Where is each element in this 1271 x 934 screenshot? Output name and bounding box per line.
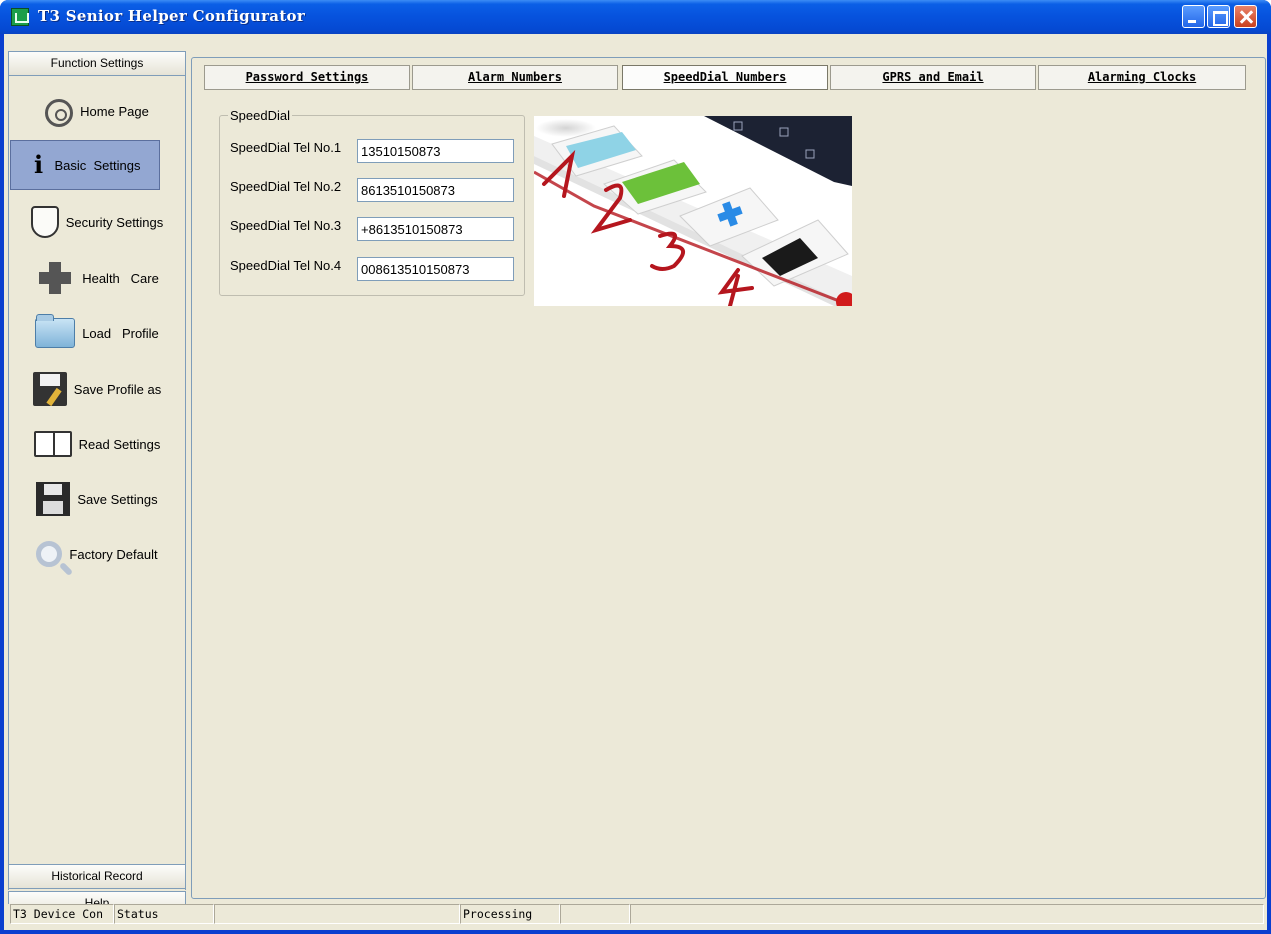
- maximize-button[interactable]: [1207, 5, 1230, 28]
- group-title: SpeedDial: [228, 108, 292, 123]
- sidebar-item-label: Load Profile: [82, 325, 159, 341]
- speeddial-3-input[interactable]: [357, 217, 514, 241]
- shield-icon: [30, 206, 59, 238]
- folder-icon: [35, 314, 76, 348]
- sidebar-item-home-page[interactable]: Home Page: [9, 86, 185, 136]
- minimize-button[interactable]: [1182, 5, 1205, 28]
- sidebar: Function Settings Home Page i Basic Sett…: [8, 51, 186, 916]
- magnifier-icon: [36, 541, 63, 567]
- sidebar-item-save-profile-as[interactable]: Save Profile as: [9, 364, 185, 414]
- speeddial-1-input[interactable]: [357, 139, 514, 163]
- tab-alarm-numbers[interactable]: Alarm Numbers: [412, 65, 618, 90]
- sidebar-header-function-settings[interactable]: Function Settings: [8, 51, 186, 76]
- title-bar[interactable]: T3 Senior Helper Configurator: [0, 0, 1271, 34]
- sidebar-item-save-settings[interactable]: Save Settings: [9, 474, 185, 524]
- sidebar-header-historical-record[interactable]: Historical Record: [8, 864, 186, 889]
- sidebar-item-load-profile[interactable]: Load Profile: [9, 308, 185, 358]
- sidebar-panel: Home Page i Basic Settings Security Sett…: [8, 76, 186, 890]
- app-icon: [11, 8, 29, 26]
- speeddial-4-input[interactable]: [357, 257, 514, 281]
- status-extra: [630, 904, 1264, 924]
- sidebar-item-factory-default[interactable]: Factory Default: [9, 529, 185, 579]
- settings-panel: Password Settings Alarm Numbers SpeedDia…: [191, 57, 1266, 899]
- speeddial-1-label: SpeedDial Tel No.1: [230, 140, 342, 155]
- sidebar-item-label: Factory Default: [69, 546, 158, 562]
- sidebar-item-label: Basic Settings: [54, 157, 141, 173]
- close-button[interactable]: [1234, 5, 1257, 28]
- medical-cross-icon: [35, 258, 75, 298]
- speeddial-2-input[interactable]: [357, 178, 514, 202]
- sidebar-item-label: Security Settings: [65, 214, 164, 230]
- status-progress: [560, 904, 630, 924]
- speeddial-4-label: SpeedDial Tel No.4: [230, 258, 342, 273]
- speeddial-3-label: SpeedDial Tel No.3: [230, 218, 342, 233]
- sidebar-item-security-settings[interactable]: Security Settings: [9, 197, 185, 247]
- sidebar-item-label: Save Settings: [77, 491, 158, 507]
- speeddial-2-label: SpeedDial Tel No.2: [230, 179, 342, 194]
- sidebar-item-label: Read Settings: [78, 436, 161, 452]
- sidebar-item-basic-settings[interactable]: i Basic Settings: [10, 140, 160, 190]
- floppy-icon: [36, 482, 71, 516]
- sidebar-item-read-settings[interactable]: Read Settings: [9, 419, 185, 469]
- window-title: T3 Senior Helper Configurator: [38, 7, 306, 25]
- book-icon: [33, 431, 72, 457]
- status-processing: Processing: [460, 904, 560, 924]
- status-label: Status: [114, 904, 214, 924]
- tab-gprs-and-email[interactable]: GPRS and Email: [830, 65, 1036, 90]
- speeddial-groupbox: SpeedDial SpeedDial Tel No.1 SpeedDial T…: [219, 108, 525, 296]
- tab-password-settings[interactable]: Password Settings: [204, 65, 410, 90]
- info-icon: i: [33, 150, 44, 179]
- status-value: [214, 904, 460, 924]
- save-as-icon: [32, 372, 67, 406]
- tab-alarming-clocks[interactable]: Alarming Clocks: [1038, 65, 1246, 90]
- client-area: Function Settings Home Page i Basic Sett…: [4, 34, 1267, 930]
- tab-speeddial-numbers[interactable]: SpeedDial Numbers: [622, 65, 828, 90]
- sidebar-item-label: Home Page: [80, 103, 149, 119]
- sidebar-item-label: Save Profile as: [73, 381, 162, 397]
- speeddial-keypad-illustration: [534, 116, 852, 306]
- status-bar: T3 Device Con Status Processing: [8, 904, 1267, 926]
- app-window: T3 Senior Helper Configurator Function S…: [0, 0, 1271, 934]
- status-device-connection: T3 Device Con: [10, 904, 114, 924]
- sidebar-item-health-care[interactable]: Health Care: [9, 253, 185, 303]
- gear-icon: [45, 98, 74, 127]
- sidebar-item-label: Health Care: [82, 270, 159, 286]
- keypad-illustration-svg: [534, 116, 852, 306]
